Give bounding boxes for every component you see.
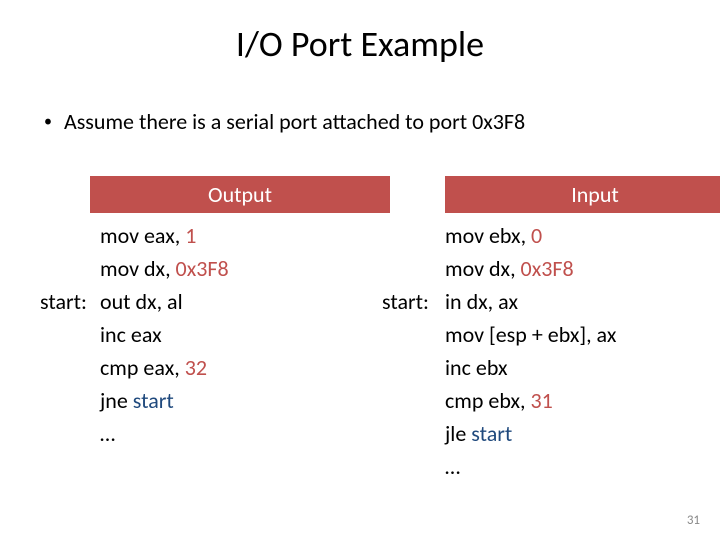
asm-text: cmp ebx, <box>445 387 530 414</box>
asm-text: jle <box>445 420 471 447</box>
asm-label: start: <box>382 285 442 318</box>
asm-line: mov eax, 1 <box>100 219 390 252</box>
asm-number: 1 <box>185 222 196 249</box>
asm-labelref: start <box>133 387 174 414</box>
bullet-row: • Assume there is a serial port attached… <box>0 108 720 136</box>
asm-line: … <box>100 417 390 450</box>
asm-line: cmp ebx, 31 <box>445 384 720 417</box>
asm-line: start:out dx, al <box>100 285 390 318</box>
asm-text: out dx, al <box>100 288 183 315</box>
asm-number: 0x3F8 <box>176 255 229 282</box>
asm-label: start: <box>40 285 98 318</box>
slide-title: I/O Port Example <box>0 0 720 66</box>
asm-number: 31 <box>530 387 552 414</box>
asm-line: mov [esp + ebx], ax <box>445 318 720 351</box>
bullet-dot-icon: • <box>44 108 52 136</box>
asm-labelref: start <box>471 420 512 447</box>
asm-text: inc eax <box>100 321 162 348</box>
code-columns: Output mov eax, 1 mov dx, 0x3F8 start:ou… <box>0 176 720 483</box>
asm-line: mov ebx, 0 <box>445 219 720 252</box>
asm-text: mov ebx, <box>445 222 531 249</box>
asm-text: mov dx, <box>445 255 521 282</box>
asm-line: cmp eax, 32 <box>100 351 390 384</box>
asm-text: mov dx, <box>100 255 176 282</box>
asm-line: mov dx, 0x3F8 <box>100 252 390 285</box>
asm-text: cmp eax, <box>100 354 185 381</box>
input-column: Input mov ebx, 0 mov dx, 0x3F8 start:in … <box>390 176 720 483</box>
asm-number: 0 <box>531 222 542 249</box>
page-number: 31 <box>687 513 700 528</box>
asm-text: in dx, ax <box>445 288 518 315</box>
input-header: Input <box>445 176 720 213</box>
asm-line: inc eax <box>100 318 390 351</box>
asm-text: inc ebx <box>445 354 507 381</box>
asm-number: 0x3F8 <box>521 255 574 282</box>
asm-text: mov eax, <box>100 222 185 249</box>
asm-text: mov [esp + ebx], ax <box>445 321 616 348</box>
asm-line: … <box>445 450 720 483</box>
bullet-text: Assume there is a serial port attached t… <box>64 108 525 136</box>
output-header: Output <box>90 176 390 213</box>
asm-text: jne <box>100 387 133 414</box>
asm-text: … <box>100 420 115 447</box>
asm-number: 32 <box>185 354 207 381</box>
output-code: mov eax, 1 mov dx, 0x3F8 start:out dx, a… <box>100 219 390 450</box>
asm-text: … <box>445 453 460 480</box>
output-column: Output mov eax, 1 mov dx, 0x3F8 start:ou… <box>30 176 390 483</box>
input-code: mov ebx, 0 mov dx, 0x3F8 start:in dx, ax… <box>445 219 720 483</box>
asm-line: mov dx, 0x3F8 <box>445 252 720 285</box>
asm-line: inc ebx <box>445 351 720 384</box>
asm-line: jne start <box>100 384 390 417</box>
asm-line: jle start <box>445 417 720 450</box>
asm-line: start:in dx, ax <box>445 285 720 318</box>
